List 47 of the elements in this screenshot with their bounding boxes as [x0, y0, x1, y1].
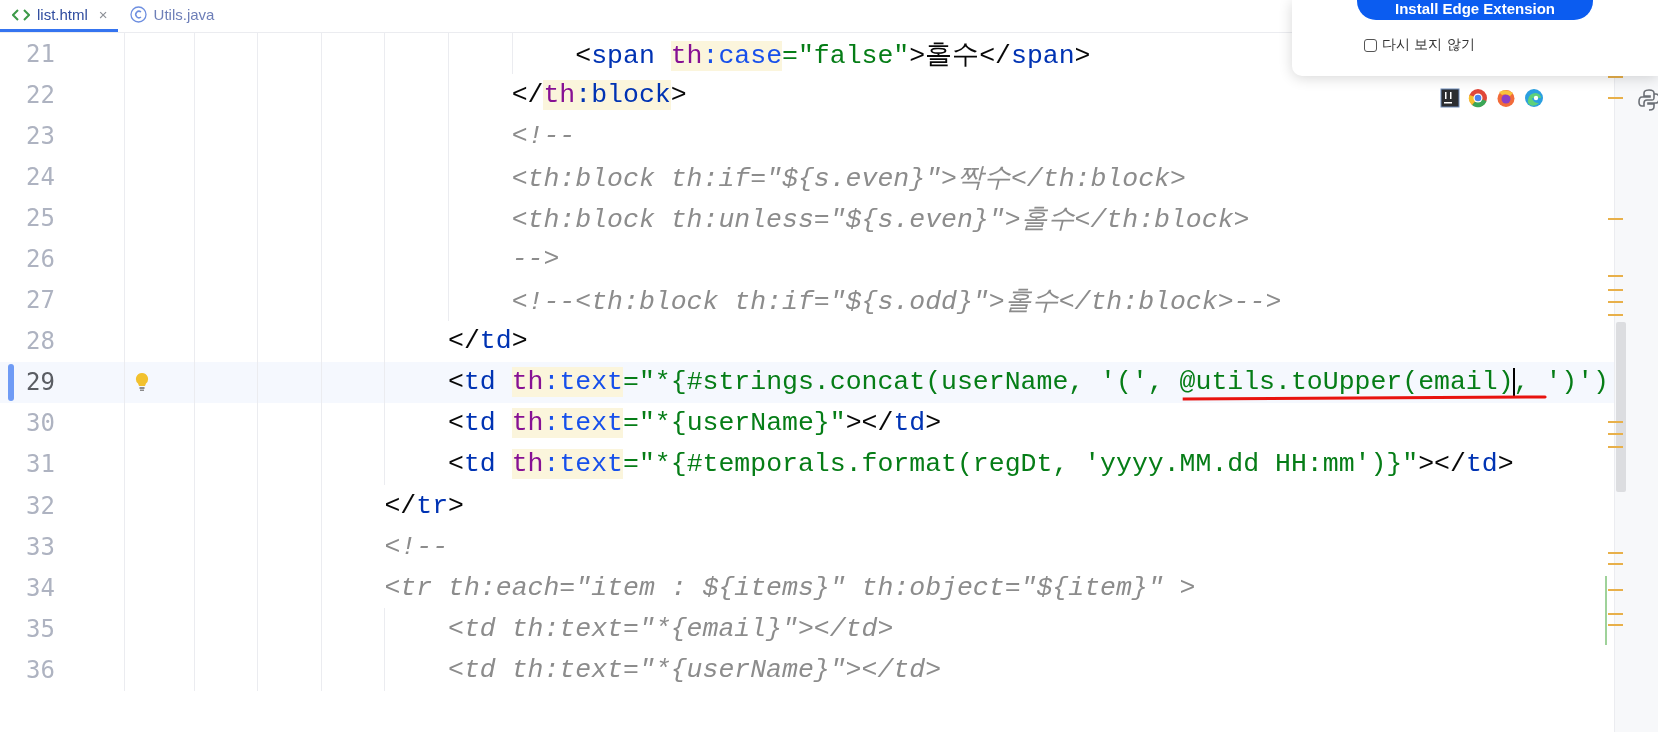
line-number: 21: [26, 39, 55, 68]
code-line: <!--<th:block th:if="${s.odd}">홀수</th:block>-->: [510, 286, 1282, 319]
line-number: 36: [26, 655, 55, 684]
line-number: 22: [26, 80, 55, 109]
ball-icon[interactable]: [1496, 88, 1516, 108]
code-line: <tr th:each="item : ${items}" th:object="${item}" >: [383, 572, 1196, 603]
code-line: <th:block th:unless="${s.even}">홀수</th:block>: [510, 203, 1250, 236]
line-number: 32: [26, 491, 55, 520]
code-line: <td th:text="*{userName}"></td>: [447, 654, 942, 685]
line-number: 28: [26, 327, 55, 356]
line-number: 23: [26, 121, 55, 150]
swirl-icon[interactable]: [1524, 88, 1544, 108]
ring-icon[interactable]: [1468, 88, 1488, 108]
code-line: </tr>: [383, 490, 464, 521]
code-line: <!--: [510, 120, 576, 151]
code-line: <td th:text="*{email}"></td>: [447, 613, 894, 644]
checkbox[interactable]: [1364, 38, 1377, 52]
line-number: 30: [26, 409, 55, 438]
line-number: 34: [26, 573, 55, 602]
scrollbar-thumb[interactable]: [1616, 322, 1626, 492]
line-number: 25: [26, 203, 55, 232]
line-number: 33: [26, 532, 55, 561]
code-line: <!--: [383, 531, 449, 562]
code-icon: [12, 7, 30, 22]
square-logo-icon[interactable]: [1440, 88, 1460, 108]
line-number: 35: [26, 614, 55, 643]
code-line: </td>: [447, 326, 528, 357]
line-number: 27: [26, 286, 55, 315]
line-number: 29: [26, 368, 55, 397]
code-line: <td th:text="*{#temporals.format(regDt, 'yyyy.MM.dd HH:mm')}"></td>: [447, 449, 1514, 480]
code-line: <th:block th:if="${s.even}">짝수</th:block>: [510, 162, 1186, 195]
checkbox-label[interactable]: 다시 보지 않기: [1382, 36, 1475, 54]
install-button[interactable]: Install Edge Extension: [1357, 0, 1593, 20]
file-tab[interactable]: list.html ×: [0, 0, 118, 32]
class-icon: [129, 6, 147, 23]
code-line: <span th:case="false">홀수</span>: [574, 39, 1091, 72]
code-line: -->: [510, 244, 560, 274]
code-line: <td th:text="*{#strings.concat(userName, '(', @utils.toUpper(email), ')'): [447, 367, 1609, 398]
line-number: 26: [26, 245, 55, 273]
code-line: <td th:text="*{userName}"></td>: [447, 408, 942, 439]
line-number: 24: [26, 162, 55, 191]
bulb-icon[interactable]: [135, 371, 149, 392]
code-line: </th:block>: [510, 79, 687, 110]
two-snakes-icon[interactable]: [1637, 88, 1658, 112]
file-tab[interactable]: Utils.java: [117, 0, 225, 32]
line-number: 31: [26, 450, 55, 479]
text-cursor: [1513, 367, 1516, 398]
